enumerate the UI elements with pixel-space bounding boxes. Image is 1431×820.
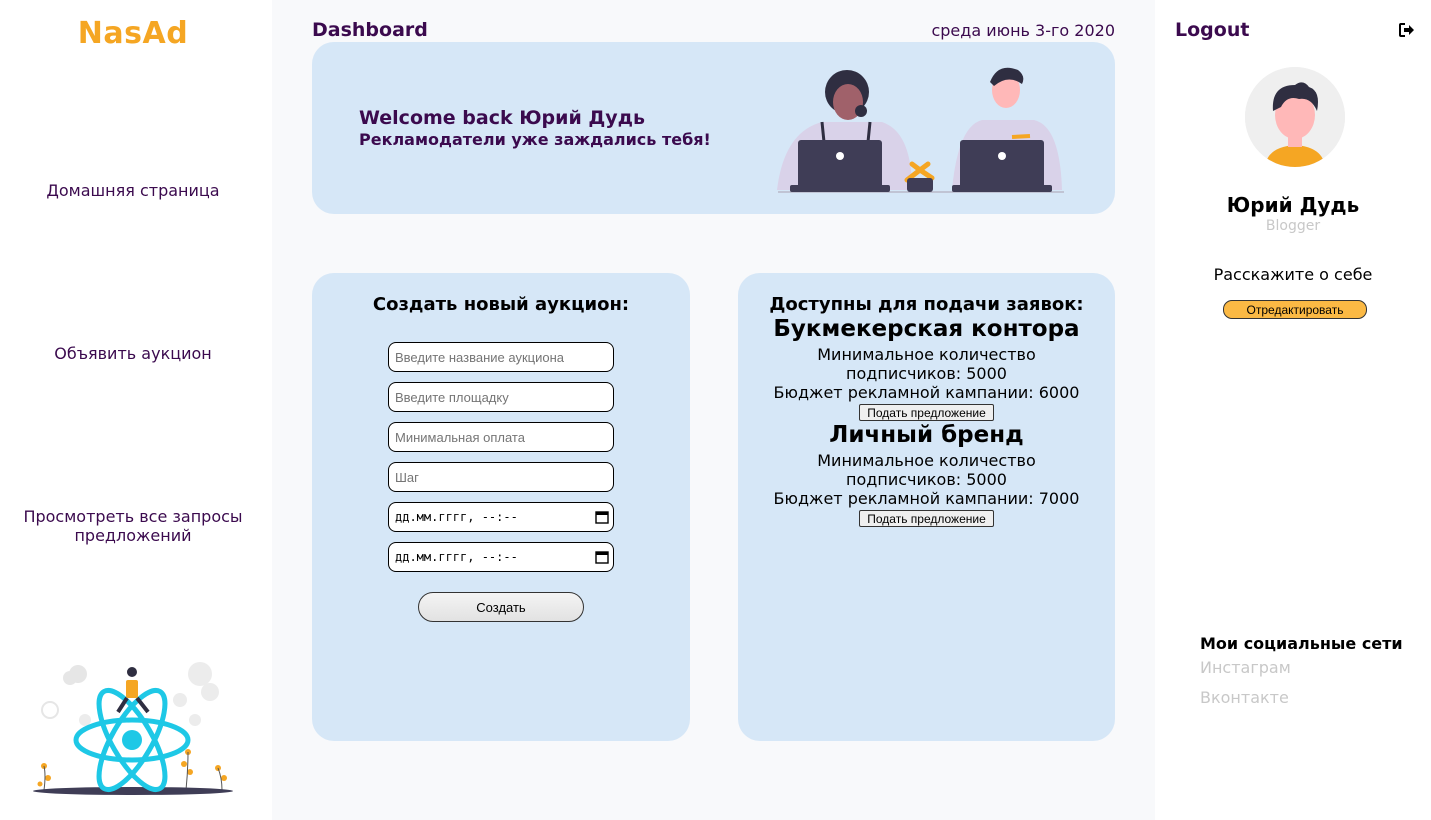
nav-item-view-requests[interactable]: Просмотреть все запросы предложений — [0, 507, 266, 545]
user-role: Blogger — [1265, 218, 1321, 234]
auction-min-subscribers-value: подписчиков: 5000 — [846, 470, 1007, 489]
end-datetime-input[interactable]: дд.мм.гггг, --:-- — [388, 542, 614, 572]
create-auction-button[interactable]: Создать — [418, 592, 584, 622]
start-datetime-value: дд.мм.гггг, --:-- — [395, 510, 518, 524]
welcome-subtitle: Рекламодатели уже заждались тебя! — [359, 130, 711, 149]
sidebar: NasAd Домашняя страница Объявить аукцион… — [0, 0, 272, 820]
logout-link[interactable]: Logout — [1175, 19, 1249, 41]
end-datetime-value: дд.мм.гггг, --:-- — [395, 550, 518, 564]
create-auction-card: Создать новый аукцион: дд.мм.гггг, --:--… — [312, 273, 690, 741]
welcome-banner: Welcome back Юрий Дудь Рекламодатели уже… — [312, 42, 1115, 214]
auction-name: Букмекерская контора — [773, 316, 1080, 342]
calendar-icon[interactable] — [595, 510, 609, 524]
page-title: Dashboard — [312, 19, 428, 41]
welcome-title: Welcome back Юрий Дудь — [359, 107, 646, 129]
user-name: Юрий Дудь — [1226, 193, 1360, 217]
auction-name-input[interactable] — [388, 342, 614, 372]
step-input[interactable] — [388, 462, 614, 492]
socials-title: Мои социальные сети — [1200, 634, 1403, 653]
submit-offer-button[interactable]: Подать предложение — [859, 510, 994, 527]
team-illustration — [777, 67, 1064, 193]
auction-min-subscribers: Минимальное количество — [817, 345, 1036, 364]
social-link-vk[interactable]: Вконтакте — [1200, 688, 1289, 707]
current-date: среда июнь 3-го 2020 — [931, 21, 1115, 40]
min-payment-input[interactable] — [388, 422, 614, 452]
edit-profile-button[interactable]: Отредактировать — [1223, 300, 1367, 319]
available-auctions-card: Доступны для подачи заявок: Букмекерская… — [738, 273, 1115, 741]
user-avatar-icon — [1245, 67, 1345, 167]
start-datetime-input[interactable]: дд.мм.гггг, --:-- — [388, 502, 614, 532]
auction-name: Личный бренд — [829, 422, 1024, 448]
logout-icon[interactable] — [1399, 23, 1415, 37]
auction-budget: Бюджет рекламной кампании: 7000 — [773, 489, 1080, 508]
react-illustration — [33, 662, 233, 795]
auction-min-subscribers-value: подписчиков: 5000 — [846, 364, 1007, 383]
nav-item-home[interactable]: Домашняя страница — [0, 181, 266, 200]
submit-offer-button[interactable]: Подать предложение — [859, 404, 994, 421]
avatar — [1245, 67, 1345, 167]
about-prompt: Расскажите о себе — [1213, 265, 1373, 284]
auction-budget: Бюджет рекламной кампании: 6000 — [773, 383, 1080, 402]
create-auction-title: Создать новый аукцион: — [372, 294, 630, 315]
calendar-icon[interactable] — [595, 550, 609, 564]
nav-item-create-auction[interactable]: Объявить аукцион — [0, 344, 266, 363]
main-content: Dashboard среда июнь 3-го 2020 Welcome b… — [272, 0, 1155, 820]
platform-input[interactable] — [388, 382, 614, 412]
social-link-instagram[interactable]: Инстаграм — [1200, 658, 1291, 677]
available-auctions-title: Доступны для подачи заявок: — [769, 294, 1084, 315]
logo[interactable]: NasAd — [0, 16, 266, 51]
auction-min-subscribers: Минимальное количество — [817, 451, 1036, 470]
profile-sidebar: Logout Юрий Дудь Blogger Расскажите о се… — [1155, 0, 1431, 820]
